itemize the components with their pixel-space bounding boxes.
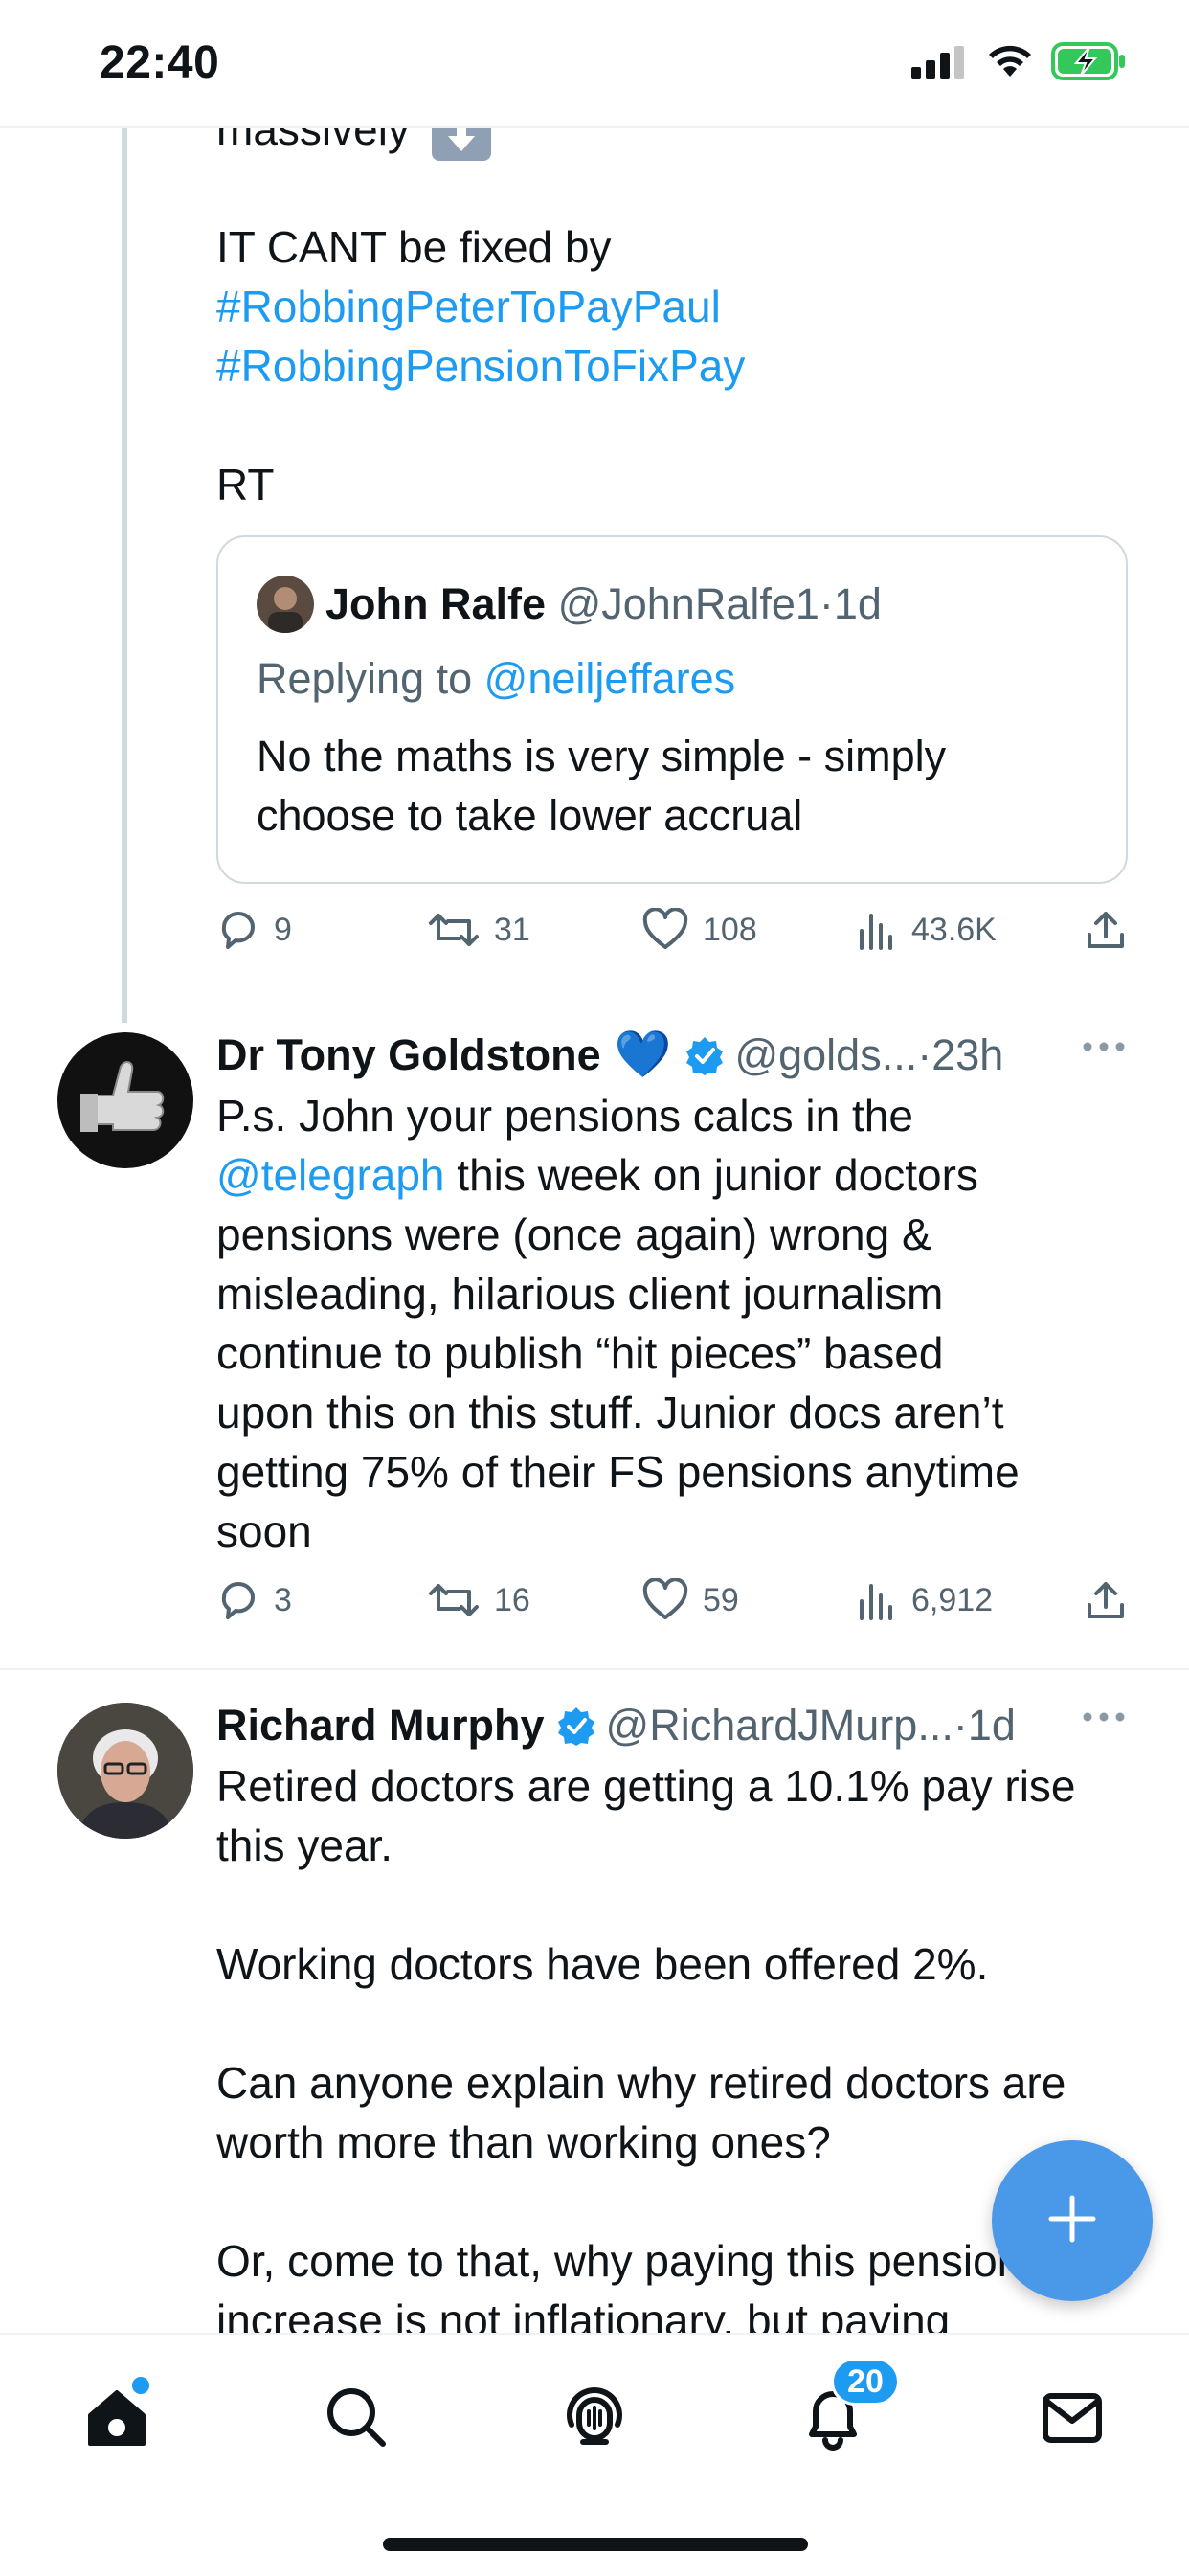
wifi-icon [986,42,1034,83]
dot-separator: · [917,1030,932,1079]
like-button[interactable]: 59 [641,1578,739,1622]
dot-separator: · [953,1701,968,1750]
avatar[interactable] [57,1032,193,1168]
author-handle[interactable]: @RichardJMurp... [606,1697,953,1754]
reply-icon [216,1578,260,1622]
tweet-header: Dr Tony Goldstone 💙 @golds... · 23h [216,1027,1003,1084]
tweet-text-line: RT [216,460,275,509]
hashtag-link[interactable]: #RobbingPensionToFixPay [216,336,745,395]
status-time: 22:40 [100,37,220,88]
home-indicator[interactable] [383,2538,808,2551]
views-button[interactable]: 43.6K [856,908,997,952]
compose-button[interactable] [992,2140,1153,2301]
replying-to-handle[interactable]: @neiljeffares [484,654,736,703]
share-button[interactable] [1084,908,1128,952]
author-handle[interactable]: @golds... [734,1027,917,1084]
share-icon [1084,1578,1128,1622]
blue-heart-emoji: 💙 [614,1029,672,1080]
quoted-tweet-header: John Ralfe @JohnRalfe1·1d [325,576,882,633]
tweet-time: 23h [931,1030,1004,1079]
search-icon [322,2388,391,2455]
tweet-text-line: IT CANT be fixed by [216,222,612,272]
more-options-icon[interactable] [1082,1710,1126,1728]
heart-icon [641,908,689,952]
replying-to: Replying to @neiljeffares [257,654,736,703]
battery-charging-icon [1051,42,1128,85]
like-button[interactable]: 108 [641,908,757,952]
retweet-icon [427,1578,481,1622]
thread-line [122,126,127,1023]
author-name[interactable]: Dr Tony Goldstone [216,1027,601,1084]
cellular-signal-icon [911,46,965,83]
status-bar: 22:40 [0,0,1189,128]
quoted-author-handle[interactable]: @JohnRalfe1 [558,579,819,628]
views-chart-icon [856,1578,898,1622]
quoted-tweet-card[interactable]: John Ralfe @JohnRalfe1·1d Replying to @n… [216,535,1128,884]
share-icon [1084,908,1128,952]
views-button[interactable]: 6,912 [856,1578,993,1622]
tweet-header: Richard Murphy @RichardJMurp... · 1d [216,1697,1016,1754]
share-button[interactable] [1084,1578,1128,1622]
tweet-divider [0,1668,1189,1670]
quoted-author-name[interactable]: John Ralfe [325,579,546,628]
hashtag-link[interactable]: #RobbingPeterToPayPaul [216,277,721,336]
tweet-actions: 9 31 108 43.6K [216,908,1128,961]
tweet-actions: 3 16 59 6,912 [216,1578,1128,1632]
home-icon [82,2390,151,2455]
reply-icon [216,908,260,952]
more-options-icon[interactable] [1082,1040,1126,1057]
dot-separator: · [819,579,834,628]
avatar[interactable] [57,1703,193,1839]
heart-icon [641,1578,689,1622]
verified-badge-icon [556,1706,596,1746]
plus-icon [1045,2192,1099,2250]
notifications-icon [798,2391,867,2455]
reply-button[interactable]: 9 [216,908,292,952]
retweet-button[interactable]: 31 [427,908,530,952]
spaces-icon [560,2387,629,2455]
mention-link[interactable]: @telegraph [216,1150,445,1200]
quoted-tweet-time: 1d [833,579,882,628]
retweet-icon [427,908,481,952]
nav-search[interactable] [322,2383,391,2456]
avatar[interactable] [257,576,314,633]
new-content-dot [132,2377,149,2394]
reply-button[interactable]: 3 [216,1578,292,1622]
author-name[interactable]: Richard Murphy [216,1697,545,1754]
tweet-time: 1d [967,1701,1016,1750]
messages-icon [1038,2393,1107,2455]
nav-spaces[interactable] [560,2383,629,2456]
retweet-button[interactable]: 16 [427,1578,530,1622]
quoted-tweet-text: No the maths is very simple - simply cho… [257,732,947,840]
nav-messages[interactable] [1038,2383,1107,2456]
tweet-text: P.s. John your pensions calcs in the @te… [216,1091,1020,1556]
notifications-badge: 20 [831,2358,900,2406]
nav-home[interactable] [82,2377,151,2456]
views-chart-icon [856,908,898,952]
verified-badge-icon [684,1035,725,1075]
